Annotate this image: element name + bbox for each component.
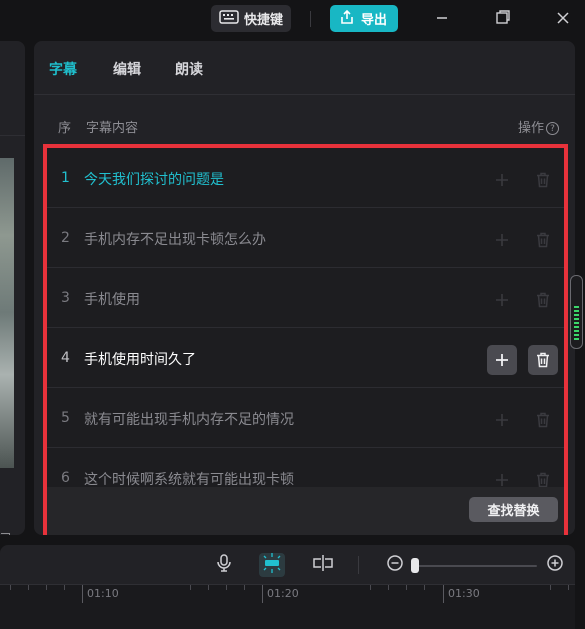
ruler-tick <box>568 585 569 590</box>
ruler-major-tick <box>82 585 83 603</box>
zoom-out-icon <box>386 554 404 576</box>
time-label: 01:20 <box>267 587 299 600</box>
row-text[interactable]: 这个时候啊系统就有可能出现卡顿 <box>84 469 294 489</box>
shortcut-label: 快捷键 <box>244 13 284 28</box>
video-preview[interactable] <box>0 158 14 468</box>
row-index: 6 <box>61 470 70 486</box>
row-text[interactable]: 手机使用 <box>84 289 140 309</box>
ruler-tick <box>424 585 425 590</box>
add-icon[interactable] <box>487 405 517 435</box>
zoom-in-icon <box>546 554 564 576</box>
ruler-tick <box>226 585 227 590</box>
ruler-tick <box>190 585 191 590</box>
column-actions-header: 操作? <box>518 117 560 136</box>
minimize-button[interactable] <box>431 8 453 30</box>
add-icon[interactable] <box>487 225 517 255</box>
delete-icon[interactable] <box>528 405 558 435</box>
audio-level-meter <box>570 275 583 349</box>
timeline-panel: 01:10 01:20 01:30 <box>0 545 575 629</box>
delete-icon[interactable] <box>528 345 558 375</box>
ruler-tick <box>208 585 209 590</box>
close-button[interactable] <box>552 8 574 30</box>
zoom-out-button[interactable] <box>382 553 408 577</box>
subtitle-row[interactable]: 3 手机使用 <box>47 268 564 328</box>
keyboard-icon <box>219 9 239 28</box>
tab-read-aloud[interactable]: 朗读 <box>175 59 203 79</box>
tab-edit[interactable]: 编辑 <box>113 59 141 79</box>
ruler-tick <box>64 585 65 590</box>
delete-icon[interactable] <box>528 225 558 255</box>
maximize-button[interactable] <box>492 8 514 30</box>
split-button[interactable] <box>310 553 336 577</box>
app-window: 快捷键 导出 字幕 编辑 朗读 序 字幕内容 操作 ? 1 今天我们探讨的问题是… <box>0 0 585 629</box>
export-button[interactable]: 导出 <box>330 5 398 32</box>
column-content-header: 字幕内容 <box>86 121 139 136</box>
help-icon[interactable]: ? <box>546 122 560 135</box>
toolbar-divider <box>358 556 359 574</box>
ruler-tick <box>46 585 47 590</box>
row-index: 5 <box>61 410 70 426</box>
time-label: 01:30 <box>448 587 480 600</box>
ruler-tick <box>10 585 11 590</box>
microphone-button[interactable] <box>211 553 237 577</box>
subtitle-row[interactable]: 4 手机使用时间久了 <box>47 328 564 388</box>
ruler-tick <box>550 585 551 590</box>
ruler-tick <box>370 585 371 590</box>
minimize-icon <box>435 10 449 29</box>
subtitle-row[interactable]: 5 就有可能出现手机内存不足的情况 <box>47 388 564 448</box>
subtitle-row[interactable]: 2 手机内存不足出现卡顿怎么办 <box>47 208 564 268</box>
ruler-tick <box>244 585 245 590</box>
zoom-slider-track[interactable] <box>415 565 537 567</box>
ruler-major-tick <box>262 585 263 603</box>
delete-icon[interactable] <box>528 285 558 315</box>
toolbar-divider <box>310 11 311 27</box>
subtitle-list: 1 今天我们探讨的问题是 2 手机内存不足出现卡顿怎么办 3 手机使用 4 手机… <box>47 148 564 535</box>
time-label: 01:10 <box>87 587 119 600</box>
ruler-major-tick <box>443 585 444 603</box>
split-icon <box>312 554 334 576</box>
ruler-tick <box>406 585 407 590</box>
row-index: 3 <box>61 290 70 306</box>
subtitle-panel: 字幕 编辑 朗读 序 字幕内容 操作? 1 今天我们探讨的问题是 2 手机内存不… <box>34 41 575 535</box>
close-icon <box>556 10 570 29</box>
ruler-tick <box>28 585 29 590</box>
level-bars <box>574 306 579 342</box>
delete-icon[interactable] <box>528 165 558 195</box>
row-text[interactable]: 就有可能出现手机内存不足的情况 <box>84 409 294 429</box>
timeline-toolbar <box>0 545 575 585</box>
preview-divider <box>0 135 25 136</box>
row-text[interactable]: 今天我们探讨的问题是 <box>84 169 224 189</box>
microphone-icon <box>216 554 232 576</box>
ruler-tick <box>388 585 389 590</box>
export-label: 导出 <box>361 13 388 28</box>
add-icon[interactable] <box>487 165 517 195</box>
actions-header-label: 操作 <box>518 121 545 136</box>
tab-subtitle[interactable]: 字幕 <box>49 59 77 79</box>
row-index: 1 <box>61 170 70 186</box>
column-index-header: 序 <box>58 121 72 136</box>
row-index: 2 <box>61 230 70 246</box>
shortcut-button[interactable]: 快捷键 <box>211 5 291 32</box>
add-icon[interactable] <box>487 345 517 375</box>
preview-panel <box>0 41 25 535</box>
find-replace-bar: 查找替换 <box>47 487 564 535</box>
export-icon <box>339 9 355 29</box>
zoom-slider-handle[interactable] <box>411 558 419 573</box>
row-text[interactable]: 手机内存不足出现卡顿怎么办 <box>84 229 266 249</box>
fullscreen-icon[interactable] <box>1 533 10 535</box>
subtitle-row[interactable]: 1 今天我们探讨的问题是 <box>47 148 564 208</box>
panel-tabs: 字幕 编辑 朗读 <box>34 41 575 95</box>
find-replace-button[interactable]: 查找替换 <box>469 497 558 522</box>
restore-icon <box>495 9 511 29</box>
row-text[interactable]: 手机使用时间久了 <box>84 349 196 369</box>
add-icon[interactable] <box>487 285 517 315</box>
timeline-ruler[interactable]: 01:10 01:20 01:30 <box>0 585 575 629</box>
title-bar: 快捷键 导出 <box>0 0 585 38</box>
subtitle-list-highlight: 1 今天我们探讨的问题是 2 手机内存不足出现卡顿怎么办 3 手机使用 4 手机… <box>43 144 568 535</box>
snap-icon <box>261 553 283 577</box>
zoom-in-button[interactable] <box>542 553 568 577</box>
row-index: 4 <box>61 350 70 366</box>
snap-button[interactable] <box>259 553 285 577</box>
